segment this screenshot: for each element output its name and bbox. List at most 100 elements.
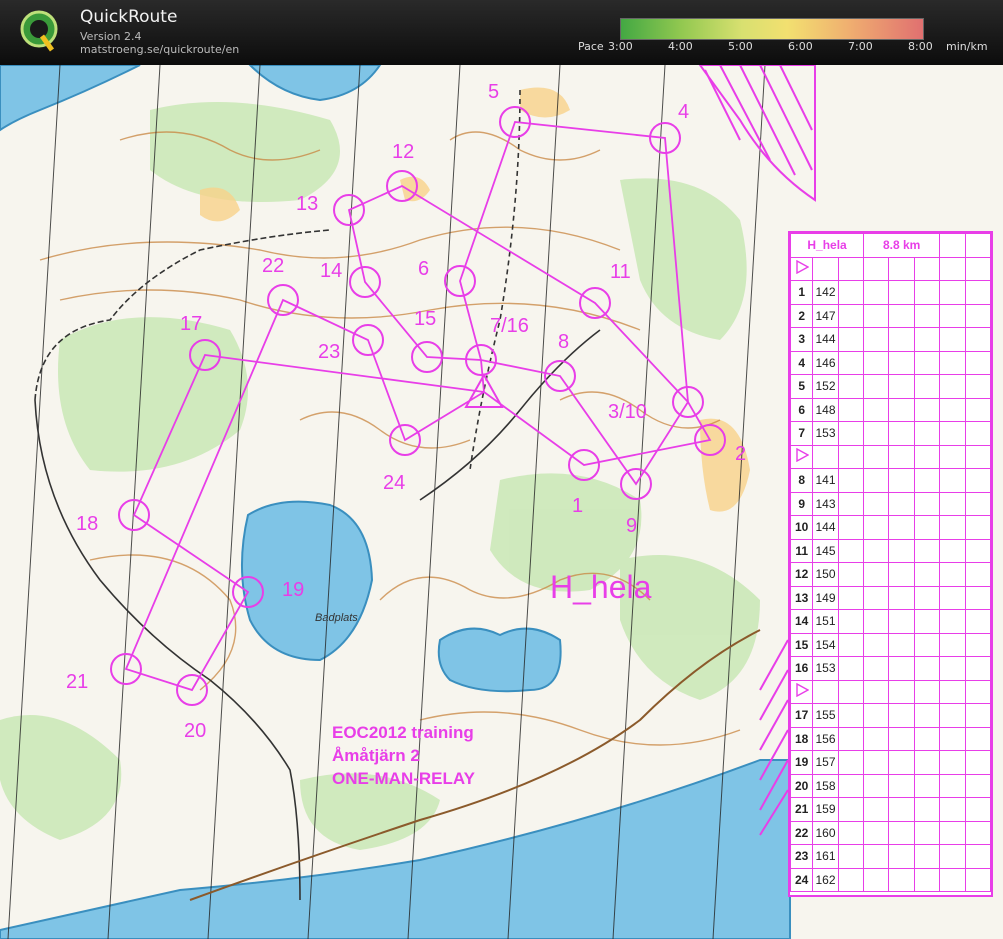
quickroute-logo-icon <box>20 10 58 52</box>
control-row: 16 153 <box>789 656 992 681</box>
control-number: 19 <box>789 750 814 775</box>
description-cell <box>837 327 865 352</box>
control-number: 8 <box>789 468 814 493</box>
control-row: 4 146 <box>789 350 992 375</box>
description-cell <box>939 726 966 751</box>
description-cell <box>888 444 915 469</box>
start-triangle-icon <box>789 679 814 704</box>
description-cell <box>964 327 992 352</box>
description-cell <box>913 491 941 516</box>
control-number: 11 <box>789 538 814 563</box>
description-cell <box>939 327 966 352</box>
description-cell <box>863 468 890 493</box>
description-cell <box>888 374 915 399</box>
control-code: 143 <box>812 491 839 516</box>
control-code: 150 <box>812 562 839 587</box>
description-cell <box>964 350 992 375</box>
description-cell <box>939 562 966 587</box>
description-cell <box>863 844 890 869</box>
control-code: 142 <box>812 280 839 305</box>
control-row: 22 160 <box>789 820 992 845</box>
description-cell <box>863 421 890 446</box>
description-cell <box>837 444 865 469</box>
description-cell <box>964 867 992 892</box>
control-row: 7 153 <box>789 421 992 446</box>
description-cell <box>863 515 890 540</box>
control-code: 144 <box>812 515 839 540</box>
control-row: 2 147 <box>789 303 992 328</box>
description-cell <box>888 844 915 869</box>
description-cell <box>888 750 915 775</box>
pace-unit: min/km <box>946 40 988 53</box>
description-cell <box>913 538 941 563</box>
description-cell <box>913 397 941 422</box>
description-cell <box>837 350 865 375</box>
control-code: 157 <box>812 750 839 775</box>
description-cell <box>863 726 890 751</box>
svg-text:4: 4 <box>678 101 689 123</box>
svg-text:12: 12 <box>392 141 414 163</box>
control-code: 141 <box>812 468 839 493</box>
description-cell <box>863 703 890 728</box>
description-cell <box>964 538 992 563</box>
svg-text:18: 18 <box>76 513 98 535</box>
svg-text:15: 15 <box>414 308 436 330</box>
control-code: 152 <box>812 374 839 399</box>
description-cell <box>913 562 941 587</box>
start-triangle-icon <box>789 444 814 469</box>
description-cell <box>837 632 865 657</box>
control-number: 3 <box>789 327 814 352</box>
description-cell <box>837 421 865 446</box>
control-row: 19 157 <box>789 750 992 775</box>
description-cell <box>939 820 966 845</box>
description-cell <box>913 703 941 728</box>
description-cell <box>964 421 992 446</box>
control-row: 20 158 <box>789 773 992 798</box>
control-code <box>812 444 839 469</box>
control-row: 17 155 <box>789 703 992 728</box>
description-cell <box>888 350 915 375</box>
app-url: matstroeng.se/quickroute/en <box>80 43 240 56</box>
description-cell <box>913 468 941 493</box>
description-cell <box>913 350 941 375</box>
description-cell <box>863 609 890 634</box>
description-cell <box>939 350 966 375</box>
description-cell <box>837 750 865 775</box>
description-cell <box>939 374 966 399</box>
description-cell <box>863 280 890 305</box>
description-cell <box>837 820 865 845</box>
description-cell <box>913 421 941 446</box>
description-cell <box>964 562 992 587</box>
description-cell <box>837 867 865 892</box>
description-cell <box>837 515 865 540</box>
description-cell <box>837 562 865 587</box>
description-cell <box>939 491 966 516</box>
app-version: Version 2.4 <box>80 30 142 43</box>
description-cell <box>888 421 915 446</box>
description-cell <box>939 679 966 704</box>
control-code: 159 <box>812 797 839 822</box>
svg-text:13: 13 <box>296 193 318 215</box>
description-cell <box>939 703 966 728</box>
description-cell <box>939 773 966 798</box>
control-number: 15 <box>789 632 814 657</box>
svg-text:6: 6 <box>418 258 429 280</box>
description-cell <box>837 656 865 681</box>
description-cell <box>964 656 992 681</box>
start-row <box>789 679 992 704</box>
control-number: 17 <box>789 703 814 728</box>
control-number: 20 <box>789 773 814 798</box>
description-cell <box>837 797 865 822</box>
svg-text:2: 2 <box>735 443 746 465</box>
control-code: 153 <box>812 421 839 446</box>
svg-text:8: 8 <box>558 331 569 353</box>
control-number: 16 <box>789 656 814 681</box>
description-cell <box>964 515 992 540</box>
control-number: 10 <box>789 515 814 540</box>
svg-text:14: 14 <box>320 260 342 282</box>
description-cell <box>863 656 890 681</box>
description-cell <box>863 397 890 422</box>
description-cell <box>964 280 992 305</box>
control-row: 1 142 <box>789 280 992 305</box>
description-cell <box>964 703 992 728</box>
